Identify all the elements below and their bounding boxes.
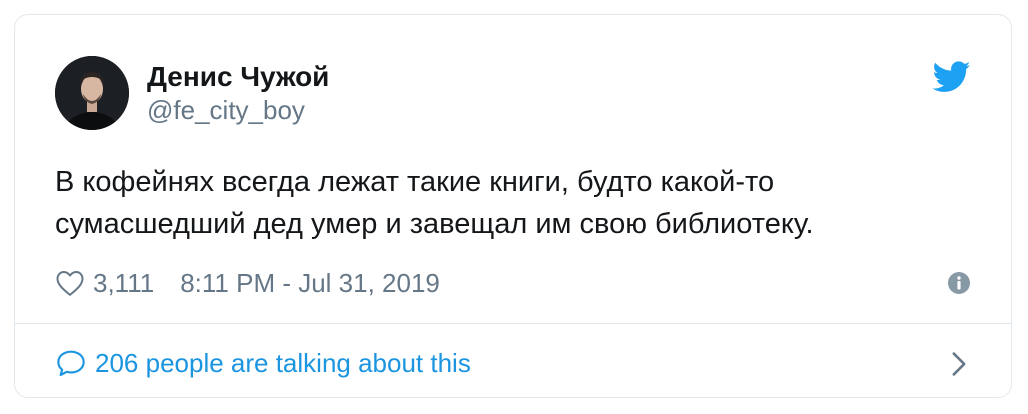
avatar-image [55,56,129,130]
author-handle[interactable]: @fe_city_boy [147,94,329,126]
tweet-header: Денис Чужой @fe_city_boy [55,55,329,131]
divider [15,323,1011,324]
author-names: Денис Чужой @fe_city_boy [147,60,329,126]
tweet-meta: 3,111 8:11 PM - Jul 31, 2019 [55,265,971,301]
conversation-count-text: 206 people are talking about this [95,347,471,378]
conversation-link[interactable]: 206 people are talking about this [55,341,971,385]
heart-icon[interactable] [55,269,85,297]
chevron-right-icon [952,352,966,376]
like-count[interactable]: 3,111 [93,268,154,299]
twitter-bird-icon[interactable] [933,61,971,93]
tweet-text: В кофейнях всегда лежат такие книги, буд… [55,166,814,240]
tweet-timestamp[interactable]: 8:11 PM - Jul 31, 2019 [180,268,440,299]
speech-bubble-icon [57,350,85,377]
info-icon[interactable] [947,271,971,295]
tweet-card[interactable]: Денис Чужой @fe_city_boy В кофейнях всег… [14,14,1012,398]
author-display-name[interactable]: Денис Чужой [147,60,329,94]
avatar[interactable] [55,56,129,130]
